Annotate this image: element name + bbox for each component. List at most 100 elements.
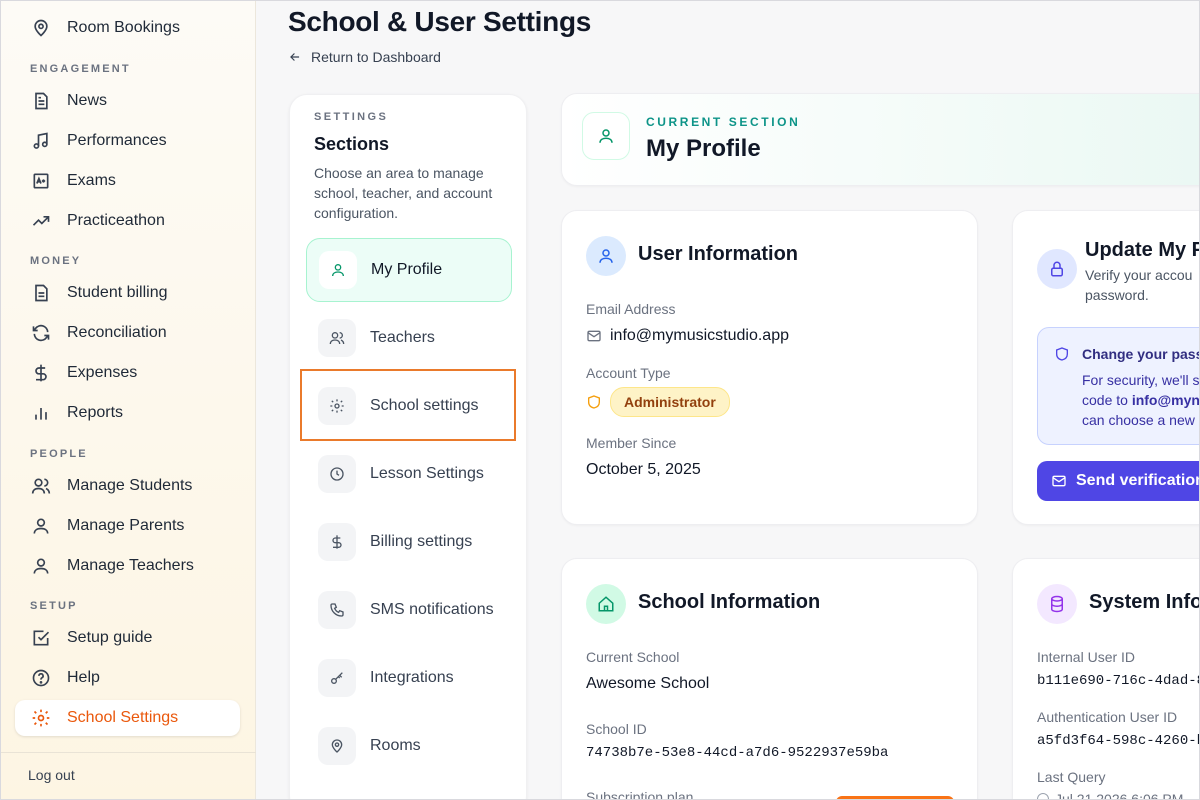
shield-icon bbox=[1056, 347, 1068, 361]
current-section-eyebrow: CURRENT SECTION bbox=[646, 115, 801, 129]
sidebar-item-manage-parents[interactable]: Manage Parents bbox=[15, 508, 240, 544]
sidebar-item-label: Practiceathon bbox=[67, 212, 165, 229]
auth-user-id-value: a5fd3f64-598c-4260-b bbox=[1037, 733, 1200, 749]
section-item-teachers[interactable]: Teachers bbox=[306, 306, 512, 370]
current-section-title: My Profile bbox=[646, 135, 761, 162]
section-item-label: Rooms bbox=[370, 737, 421, 754]
key-icon bbox=[318, 659, 356, 697]
subscription-plan-button[interactable] bbox=[836, 796, 954, 800]
sidebar-item-performances[interactable]: Performances bbox=[15, 123, 240, 159]
help-icon bbox=[31, 668, 51, 688]
current-section-card: CURRENT SECTION My Profile bbox=[561, 93, 1200, 186]
mail-icon bbox=[587, 330, 601, 342]
user-icon bbox=[31, 556, 51, 576]
sidebar-item-label: Student billing bbox=[67, 284, 168, 301]
last-query-text: Jul 21 2026 6:06 PM bbox=[1055, 791, 1184, 800]
section-item-label: School settings bbox=[370, 397, 479, 414]
sidebar-item-setup-guide[interactable]: Setup guide bbox=[15, 620, 240, 656]
sidebar-item-label: Manage Parents bbox=[67, 517, 185, 534]
subtitle-line: Verify your accou bbox=[1085, 267, 1193, 283]
sidebar-item-news[interactable]: News bbox=[15, 83, 240, 119]
section-item-label: SMS notifications bbox=[370, 601, 494, 618]
sidebar-item-exams[interactable]: Exams bbox=[15, 163, 240, 199]
return-to-dashboard-link[interactable]: Return to Dashboard bbox=[288, 49, 441, 65]
verification-notice: Change your pass For security, we'll s c… bbox=[1037, 327, 1200, 445]
system-information-title: System Infor bbox=[1089, 591, 1200, 613]
sidebar-item-help[interactable]: Help bbox=[15, 660, 240, 696]
current-school-value: Awesome School bbox=[586, 675, 710, 692]
section-item-lesson-settings[interactable]: Lesson Settings bbox=[306, 442, 512, 506]
user-icon bbox=[586, 236, 626, 276]
section-item-label: My Profile bbox=[371, 261, 443, 278]
school-id-value: 74738b7e-53e8-44cd-a7d6-9522937e59ba bbox=[586, 745, 889, 761]
shield-icon bbox=[588, 395, 600, 409]
sidebar-item-expenses[interactable]: Expenses bbox=[15, 355, 240, 391]
subtitle-line: password. bbox=[1085, 287, 1149, 303]
notice-line-prefix: code to bbox=[1082, 392, 1132, 408]
sidebar-item-label: News bbox=[67, 92, 108, 109]
logout-link[interactable]: Log out bbox=[28, 767, 75, 783]
sections-description: Choose an area to manage school, teacher… bbox=[314, 165, 493, 221]
section-item-integrations[interactable]: Integrations bbox=[306, 646, 512, 710]
sidebar-item-room-bookings[interactable]: Room Bookings bbox=[15, 10, 240, 46]
member-since-value: October 5, 2025 bbox=[586, 461, 701, 478]
section-item-school-settings[interactable]: School settings bbox=[306, 374, 512, 438]
document-icon bbox=[31, 91, 51, 111]
last-query-value: Jul 21 2026 6:06 PM bbox=[1037, 791, 1183, 800]
sidebar-item-manage-teachers[interactable]: Manage Teachers bbox=[15, 548, 240, 584]
system-information-card: System Infor Internal User ID b111e690-7… bbox=[1012, 558, 1200, 800]
notice-line: code to info@myn bbox=[1082, 390, 1200, 410]
section-item-sms-notifications[interactable]: SMS notifications bbox=[306, 578, 512, 642]
notice-title: Change your pass bbox=[1082, 346, 1200, 362]
update-password-card: Update My P Verify your accou password. … bbox=[1012, 210, 1200, 525]
trending-up-icon bbox=[31, 211, 51, 231]
bar-chart-icon bbox=[31, 403, 51, 423]
dollar-icon bbox=[318, 523, 356, 561]
email-value: info@mymusicstudio.app bbox=[610, 327, 789, 344]
section-item-label: Integrations bbox=[370, 669, 454, 686]
sidebar-item-reconciliation[interactable]: Reconciliation bbox=[15, 315, 240, 351]
account-type-label: Account Type bbox=[586, 365, 671, 381]
user-icon bbox=[319, 251, 357, 289]
section-item-label: Teachers bbox=[370, 329, 435, 346]
map-pin-icon bbox=[31, 18, 51, 38]
map-pin-icon bbox=[318, 727, 356, 765]
last-query-label: Last Query bbox=[1037, 769, 1106, 785]
clock-icon bbox=[1037, 793, 1049, 800]
account-type-row: Administrator bbox=[586, 387, 730, 417]
sidebar-item-label: School Settings bbox=[67, 709, 179, 726]
page-title: School & User Settings bbox=[288, 6, 592, 37]
sidebar-item-label: Reconciliation bbox=[67, 324, 167, 341]
sidebar-item-reports[interactable]: Reports bbox=[15, 395, 240, 431]
phone-icon bbox=[318, 591, 356, 629]
sidebar-footer: Log out bbox=[0, 752, 256, 800]
sidebar-item-label: Help bbox=[67, 669, 100, 686]
gear-icon bbox=[318, 387, 356, 425]
section-item-label: Billing settings bbox=[370, 533, 473, 550]
school-id-label: School ID bbox=[586, 721, 647, 737]
sidebar: Room Bookings ENGAGEMENT News Performanc… bbox=[0, 0, 256, 800]
section-item-label: Lesson Settings bbox=[370, 465, 484, 482]
notice-line: can choose a new bbox=[1082, 412, 1195, 428]
users-icon bbox=[31, 476, 51, 496]
send-verification-button[interactable]: Send verification bbox=[1037, 461, 1200, 501]
user-icon bbox=[31, 516, 51, 536]
section-item-billing-settings[interactable]: Billing settings bbox=[306, 510, 512, 574]
internal-user-id-label: Internal User ID bbox=[1037, 649, 1136, 665]
email-value-row: info@mymusicstudio.app bbox=[586, 327, 789, 345]
section-item-rooms[interactable]: Rooms bbox=[306, 714, 512, 778]
sidebar-item-practiceathon[interactable]: Practiceathon bbox=[15, 203, 240, 239]
current-school-label: Current School bbox=[586, 649, 680, 665]
sidebar-item-student-billing[interactable]: Student billing bbox=[15, 275, 240, 311]
back-link-label: Return to Dashboard bbox=[311, 49, 441, 65]
sections-title: Sections bbox=[314, 134, 390, 154]
section-item-my-profile[interactable]: My Profile bbox=[306, 238, 512, 302]
arrow-left-icon bbox=[290, 53, 300, 61]
sidebar-item-manage-students[interactable]: Manage Students bbox=[15, 468, 240, 504]
sidebar-item-school-settings[interactable]: School Settings bbox=[15, 700, 240, 736]
notice-line: For security, we'll s bbox=[1082, 372, 1200, 388]
music-note-icon bbox=[31, 131, 51, 151]
nav-heading-setup: SETUP bbox=[30, 600, 78, 612]
sidebar-item-label: Setup guide bbox=[67, 629, 153, 646]
sidebar-item-label: Manage Students bbox=[67, 477, 193, 494]
